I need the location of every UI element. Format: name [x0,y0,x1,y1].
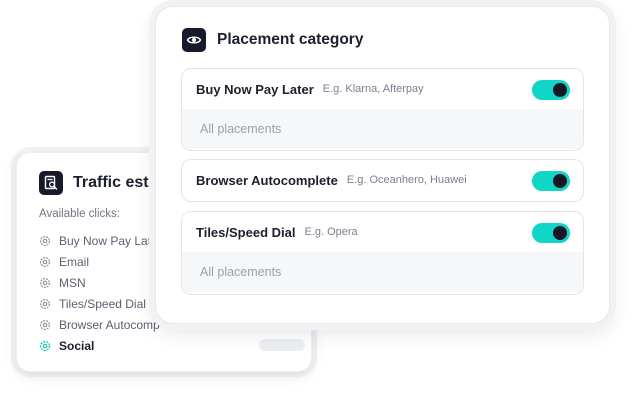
placeholder-pill [259,339,305,351]
gear-icon [39,340,51,352]
category-row: Browser Autocomplete E.g. Oceanhero, Hua… [182,160,583,200]
category-name: Buy Now Pay Later [196,81,314,97]
category-tiles-speed-dial: Tiles/Speed Dial E.g. Opera All placemen… [181,211,584,295]
gear-icon [39,235,51,247]
all-placements-selector[interactable]: All placements [182,109,583,149]
placement-card-header: Placement category [182,28,363,52]
click-item-label: MSN [59,275,86,290]
category-example: E.g. Oceanhero, Huawei [346,174,467,186]
category-name: Tiles/Speed Dial [196,224,296,240]
placement-category-card: Placement category Buy Now Pay Later E.g… [155,6,610,324]
gear-icon [39,298,51,310]
gear-icon [39,277,51,289]
category-name: Browser Autocomplete [196,172,338,188]
all-placements-selector[interactable]: All placements [182,252,583,292]
category-example: E.g. Klarna, Afterpay [322,83,424,95]
click-item-msn[interactable]: MSN [39,272,160,293]
toggle-knob [553,226,567,240]
eye-icon [182,28,206,52]
traffic-card-title: Traffic est [73,174,149,191]
click-item-label: Buy Now Pay Lat [59,233,152,248]
available-clicks-label: Available clicks: [39,208,120,220]
category-toggle[interactable] [532,80,570,100]
click-item-buy-now-pay-later[interactable]: Buy Now Pay Lat [39,230,160,251]
search-document-icon [39,171,63,195]
category-buy-now-pay-later: Buy Now Pay Later E.g. Klarna, Afterpay … [181,68,584,151]
category-browser-autocomplete: Browser Autocomplete E.g. Oceanhero, Hua… [181,159,584,202]
category-row: Buy Now Pay Later E.g. Klarna, Afterpay [182,69,583,109]
toggle-knob [553,174,567,188]
toggle-knob [553,83,567,97]
click-item-tiles-speed-dial[interactable]: Tiles/Speed Dial [39,293,160,314]
click-item-email[interactable]: Email [39,251,160,272]
placement-card-title: Placement category [217,31,364,48]
available-clicks-list: Buy Now Pay Lat Email MSN Tiles/Speed Di… [39,230,160,356]
category-example: E.g. Opera [304,226,358,238]
click-item-label: Tiles/Speed Dial [59,296,146,311]
click-item-browser-autocomplete[interactable]: Browser Autocomp [39,314,160,335]
category-toggle[interactable] [532,171,570,191]
category-row: Tiles/Speed Dial E.g. Opera [182,212,583,252]
click-item-social[interactable]: Social [39,335,160,356]
category-toggle[interactable] [532,223,570,243]
click-item-label: Browser Autocomp [59,317,160,332]
gear-icon [39,256,51,268]
traffic-card-header: Traffic est [39,171,149,195]
click-item-label: Social [59,338,95,353]
gear-icon [39,319,51,331]
click-item-label: Email [59,254,90,269]
